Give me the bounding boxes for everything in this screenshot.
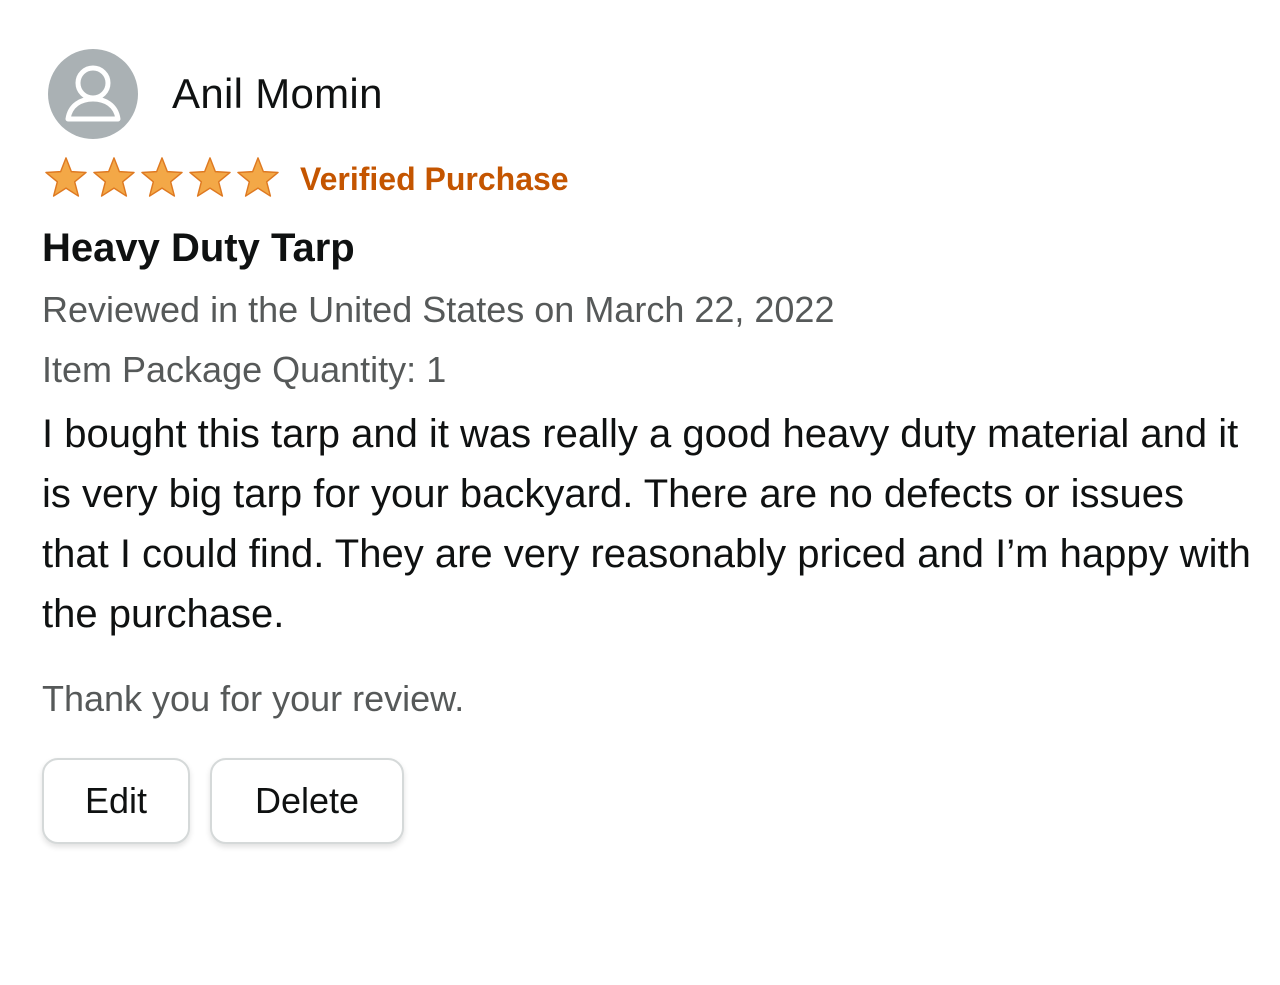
reviewer-profile[interactable]: Anil Momin [42, 48, 1252, 140]
star-filled-icon [189, 157, 231, 197]
reviewer-name[interactable]: Anil Momin [172, 70, 383, 118]
delete-button[interactable]: Delete [210, 758, 404, 844]
item-package-quantity: Item Package Quantity: 1 [42, 349, 447, 390]
review-actions: Edit Delete [42, 758, 1252, 844]
edit-button[interactable]: Edit [42, 758, 190, 844]
star-filled-icon [141, 157, 183, 197]
star-filled-icon [237, 157, 279, 197]
avatar[interactable] [48, 49, 138, 139]
star-filled-icon [93, 157, 135, 197]
review-date: Reviewed in the United States on March 2… [42, 289, 835, 330]
review-title: Heavy Duty Tarp [42, 226, 355, 270]
user-silhouette-icon [65, 65, 121, 122]
thank-you-message: Thank you for your review. [42, 678, 465, 719]
rating-row: Verified Purchase [42, 154, 1252, 204]
star-filled-icon [45, 157, 87, 197]
review-body: I bought this tarp and it was really a g… [42, 412, 1251, 636]
star-rating[interactable] [42, 156, 282, 202]
review-card: Anil Momin Verified Purchase Heavy Duty … [42, 48, 1252, 844]
verified-purchase-badge[interactable]: Verified Purchase [300, 161, 569, 198]
